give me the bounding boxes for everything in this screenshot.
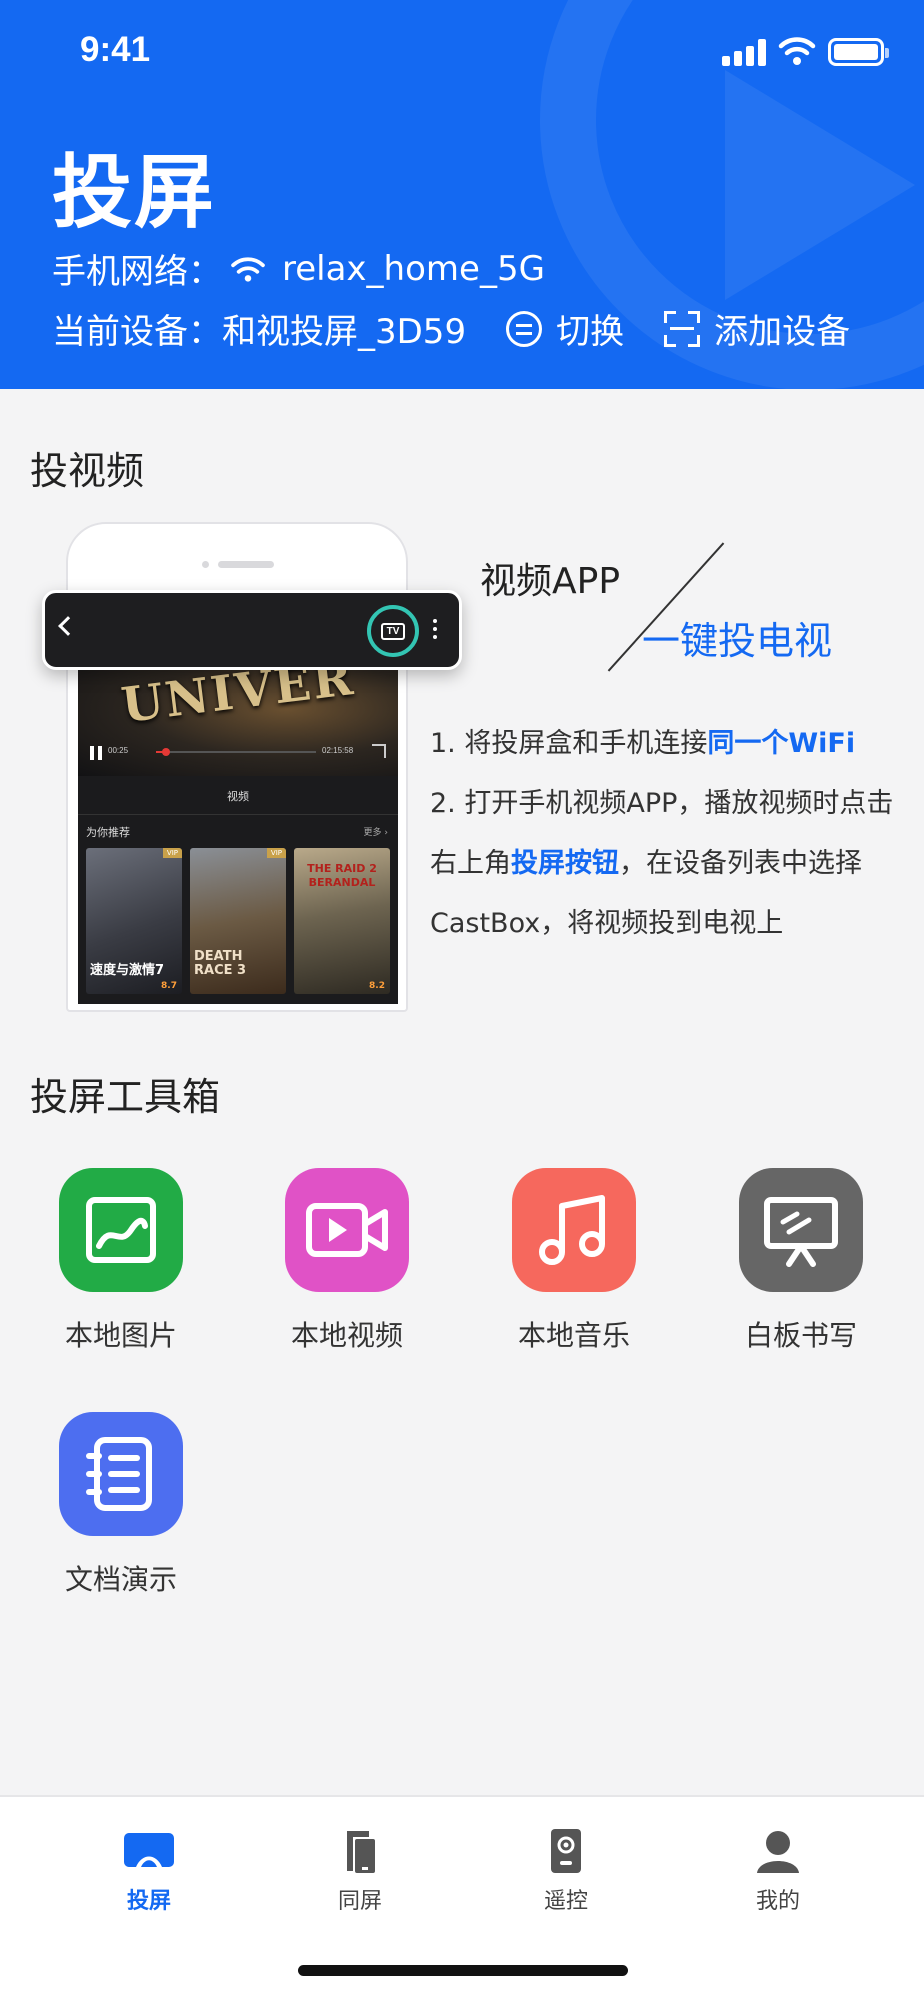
network-name: relax_home_5G [282,248,545,289]
tool-label: 文档演示 [64,1563,177,1596]
wifi-icon [231,256,265,282]
progress-fill [156,748,170,756]
poster-title: DEATH RACE 3 [194,949,247,978]
whiteboard-icon [739,1168,863,1292]
device-row: 当前设备： 和视投屏_3D59 切换 添加设备 [52,304,850,353]
video-player-mock: UNIVER 00:25 02:15:58 [78,664,398,776]
tool-whiteboard[interactable]: 白板书写 [716,1168,886,1354]
video-brand-text: UNIVER [118,664,358,735]
device-label: 当前设备： [52,312,222,352]
video-camera-icon [285,1168,409,1292]
recommend-label: 为你推荐 [86,826,130,839]
tool-local-image[interactable]: 本地图片 [36,1168,206,1354]
poster-1: VIP 速度与激情7 8.7 [86,848,182,994]
battery-icon [828,38,889,66]
cellular-signal-icon [722,38,768,66]
back-arrow-icon [58,616,78,636]
add-device-button[interactable]: 添加设备 [664,304,850,353]
fullscreen-icon [372,744,386,758]
cast-video-title: 投视频 [30,449,145,493]
bottom-tab-bar: 投屏 同屏 遥控 我的 [0,1795,924,2000]
tool-label: 本地音乐 [517,1319,630,1352]
network-label: 手机网络： [52,252,222,292]
add-device-label: 添加设备 [714,312,851,352]
header: 9:41 投屏 手机网络： relax_home_5G 当前设备： 和视投屏_3… [0,0,924,389]
tab-remote[interactable]: 遥控 [496,1827,636,1915]
status-bar: 9:41 [0,0,924,100]
tab-label: 遥控 [543,1889,588,1914]
current-time: 00:25 [108,746,129,755]
tool-document[interactable]: 文档演示 [36,1412,206,1598]
tab-cast[interactable]: 投屏 [79,1827,219,1915]
tab-mirror[interactable]: 同屏 [290,1827,430,1915]
tool-label: 本地视频 [290,1319,403,1352]
poster-title: THE RAID 2 BERANDAL [307,862,377,889]
document-icon [59,1412,183,1536]
progress-track [156,748,316,756]
switch-icon [506,310,543,347]
slogan-one-click: 一键投电视 [642,619,833,663]
image-icon [59,1168,183,1292]
status-time: 9:41 [80,30,151,69]
player-controls: 00:25 02:15:58 [78,736,398,776]
tool-label: 本地图片 [64,1319,177,1352]
pause-icon [90,746,102,760]
slogan-video-app: 视频APP [480,561,621,602]
scan-icon [664,310,701,347]
instruction-step-1: 1. 将投屏盒和手机连接同一个WiFi [430,728,856,759]
remote-icon [539,1827,593,1875]
tool-local-music[interactable]: 本地音乐 [489,1168,659,1354]
tv-cast-button-icon: TV [367,605,419,657]
tool-local-video[interactable]: 本地视频 [262,1168,432,1354]
switch-device-button[interactable]: 切换 [506,304,624,353]
cast-icon [122,1827,176,1875]
poster-3: THE RAID 2 BERANDAL 8.2 [294,848,390,994]
tab-mine[interactable]: 我的 [708,1827,848,1915]
more-label: 更多 › [363,828,388,838]
poster-2: VIP DEATH RACE 3 [190,848,286,994]
user-icon [751,1827,805,1875]
music-note-icon [512,1168,636,1292]
poster-rating: 8.2 [369,981,385,991]
tab-label: 投屏 [126,1889,171,1914]
tab-label: 我的 [755,1889,800,1914]
header-decoration-play-icon [725,70,915,300]
instruction-step-2: 2. 打开手机视频APP，播放视频时点击右上角投屏按钮，在设备列表中选择Cast… [430,788,894,939]
mock-tab-video: 视频 [227,790,249,803]
poster-title: 速度与激情7 [90,963,165,978]
total-time: 02:15:58 [322,746,354,755]
home-indicator [298,1965,628,1976]
switch-label: 切换 [556,312,625,352]
phone-screen: UNIVER 00:25 02:15:58 视频 为你推荐 更多 › VIP 速… [78,664,398,1004]
player-top-bar-callout: TV [42,590,462,670]
page-title: 投屏 [52,146,216,239]
more-vertical-icon [433,619,437,623]
toolbox-title: 投屏工具箱 [30,1075,221,1119]
tool-label: 白板书写 [744,1319,857,1352]
wifi-status-icon [778,37,816,65]
tab-label: 同屏 [337,1889,382,1914]
poster-rating: 8.7 [161,981,177,991]
cast-instructions: 1. 将投屏盒和手机连接同一个WiFi 2. 打开手机视频APP，播放视频时点击… [430,714,900,954]
network-row: 手机网络： relax_home_5G [52,244,545,293]
device-name: 和视投屏_3D59 [222,312,467,352]
mirror-phone-icon [333,1827,387,1875]
